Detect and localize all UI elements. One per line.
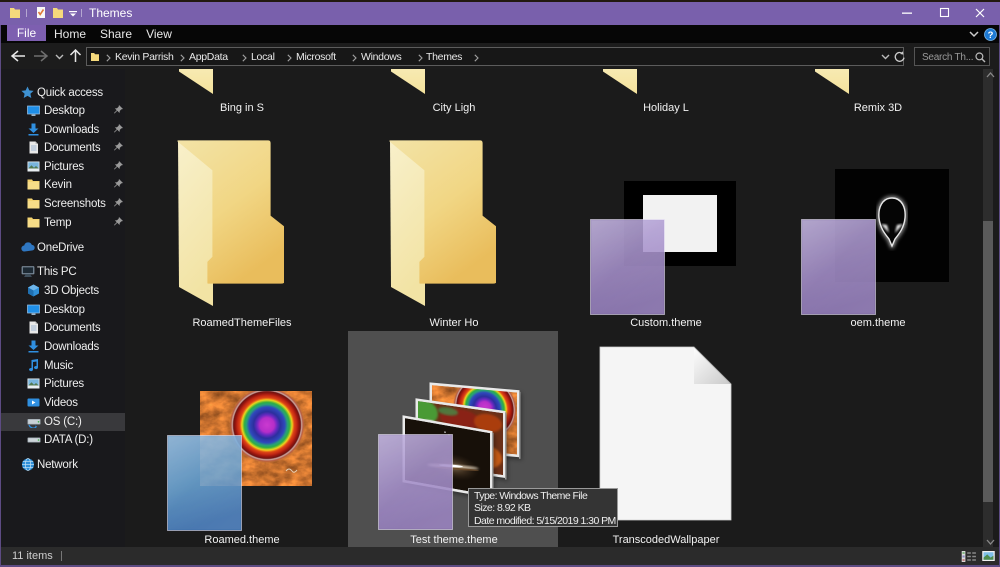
svg-text:?: ?: [988, 30, 994, 41]
